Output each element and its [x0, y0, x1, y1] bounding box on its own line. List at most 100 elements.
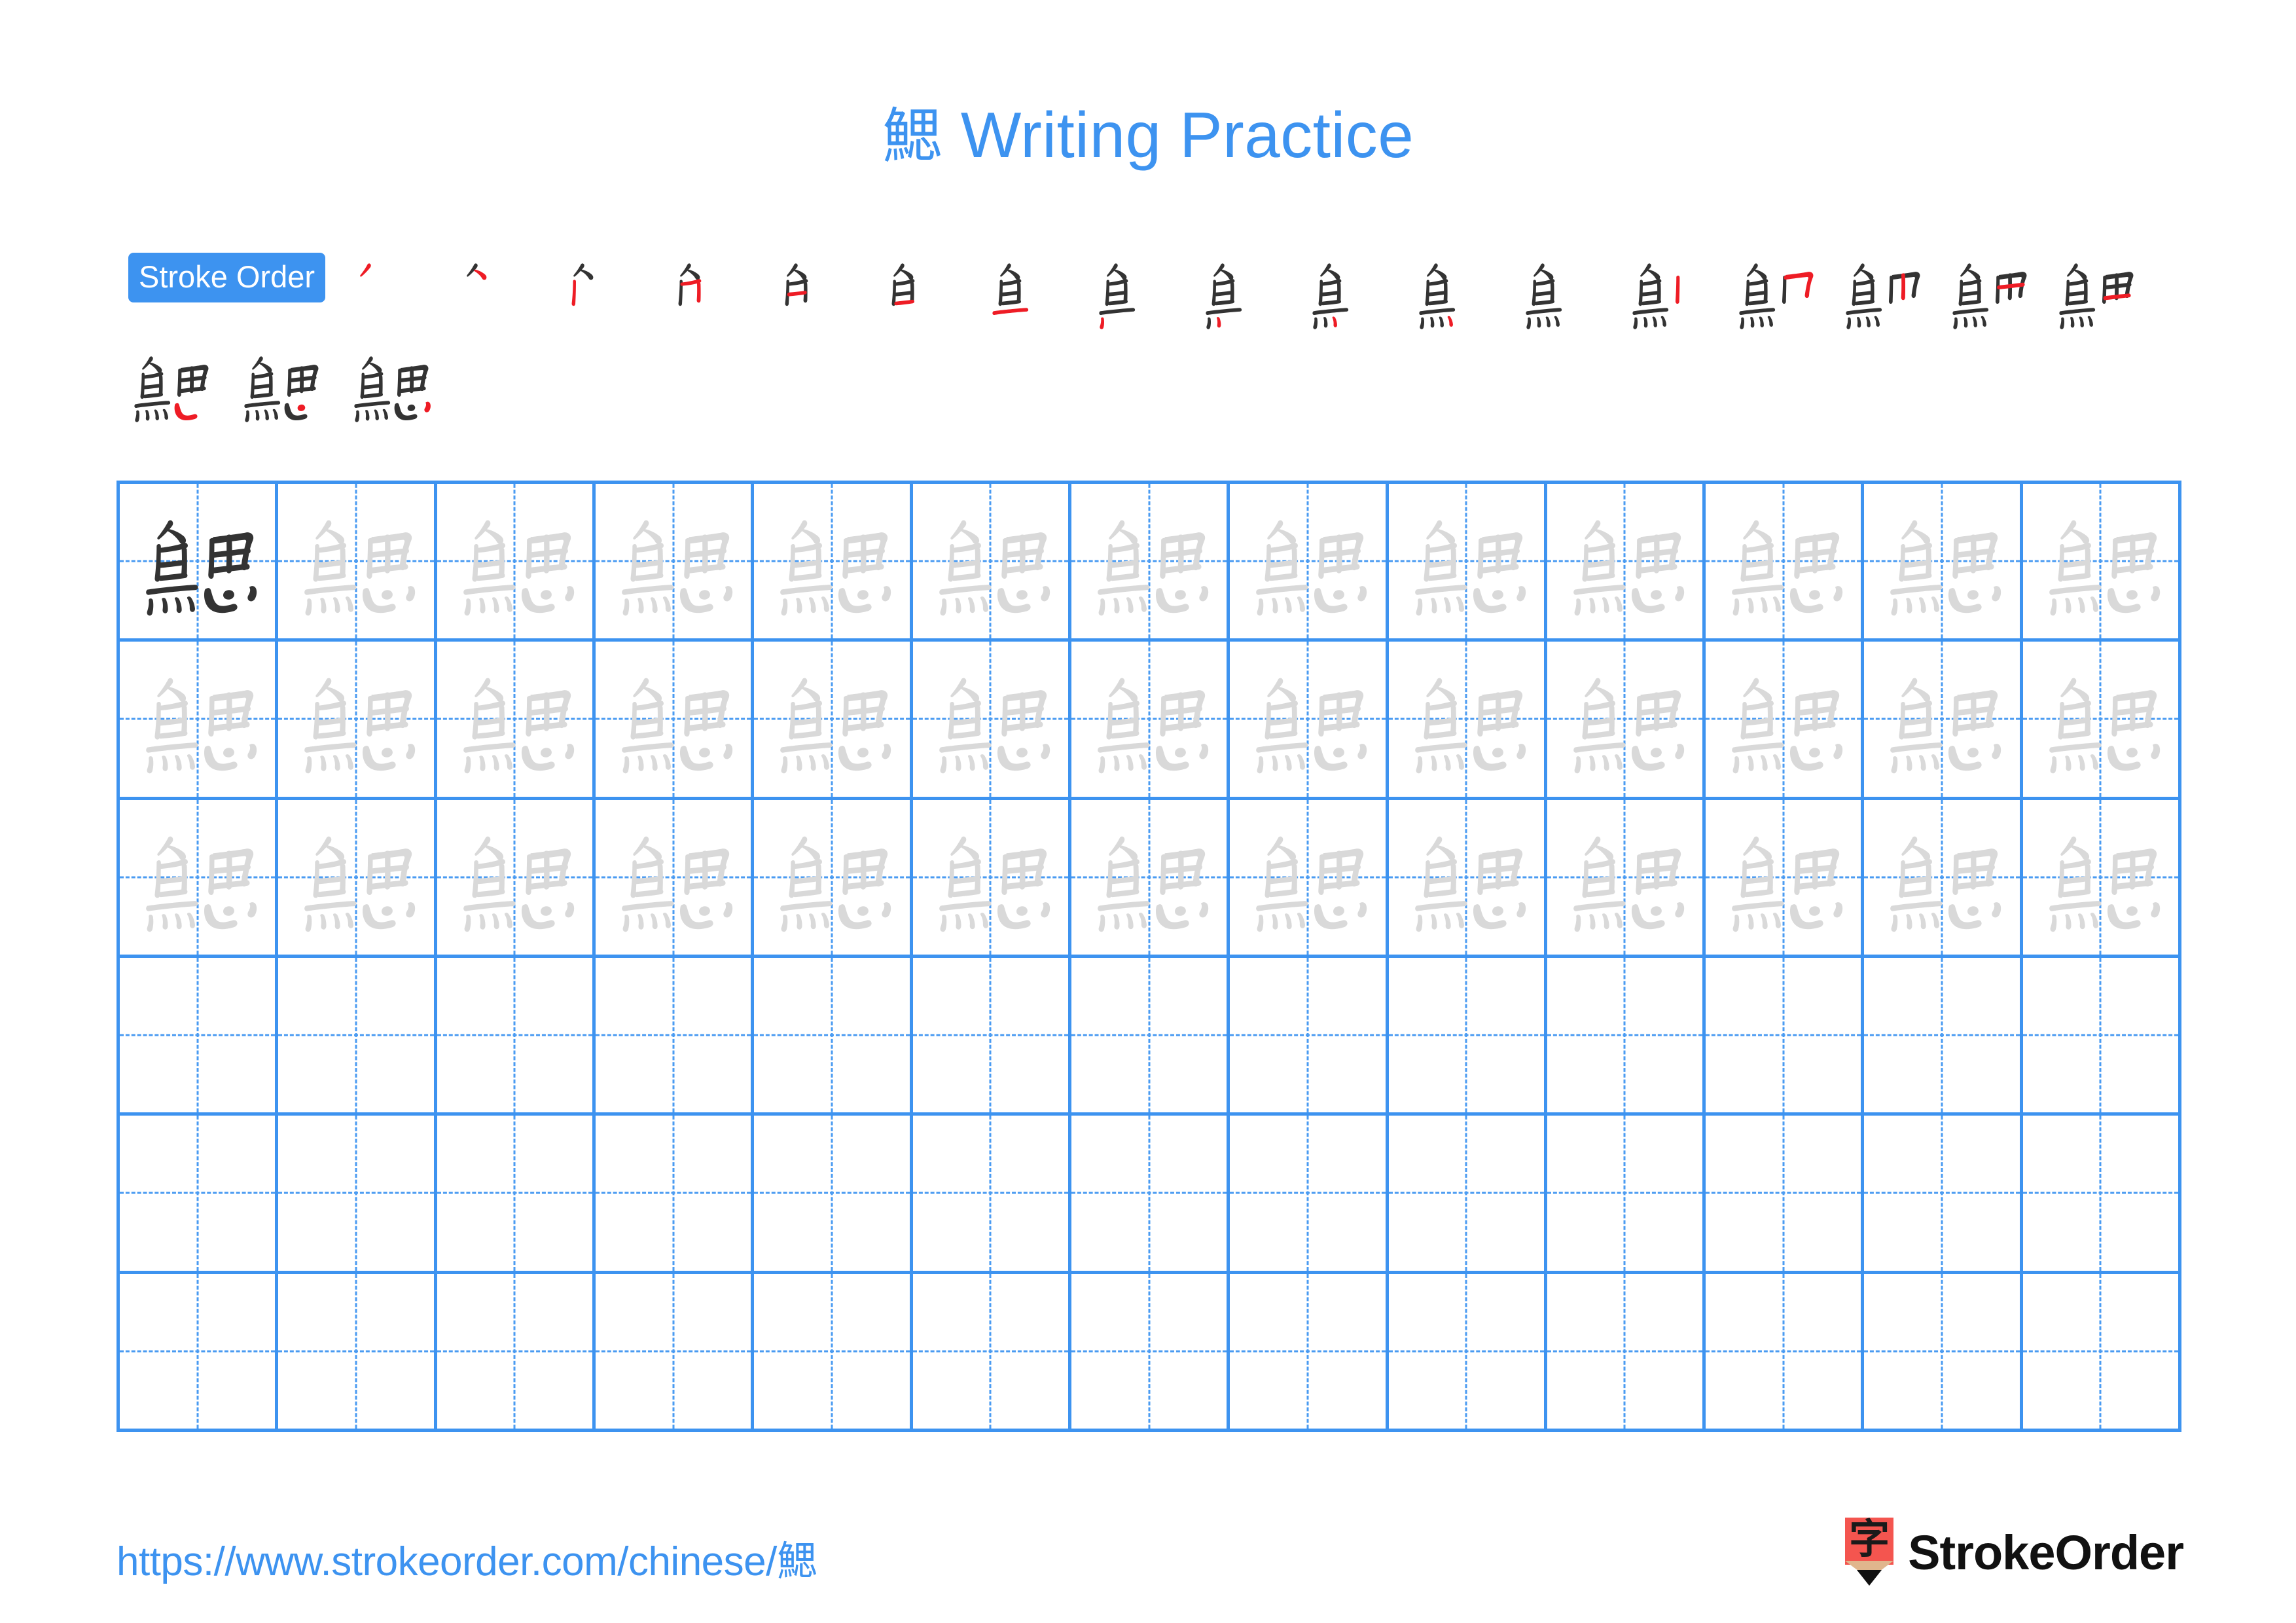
practice-grid-cell[interactable]: [912, 957, 1071, 1116]
cell-horizontal-guide: [1547, 1192, 1703, 1194]
practice-grid-cell[interactable]: [1706, 484, 1865, 642]
cell-character-ghost: [1230, 642, 1385, 796]
practice-grid-cell[interactable]: [1230, 957, 1389, 1116]
practice-grid-cell[interactable]: [1071, 1116, 1230, 1274]
practice-grid-cell[interactable]: [278, 642, 437, 800]
practice-grid-cell[interactable]: [1864, 1116, 2023, 1274]
practice-grid-cell[interactable]: [1547, 642, 1706, 800]
brand-logo[interactable]: 字 StrokeOrder: [1845, 1515, 2184, 1587]
practice-grid-cell[interactable]: [1864, 1273, 2023, 1432]
cell-horizontal-guide: [1547, 1350, 1703, 1353]
cell-character-ghost: [278, 484, 433, 638]
practice-grid-cell[interactable]: [1230, 1273, 1389, 1432]
cell-horizontal-guide: [1706, 1192, 1861, 1194]
practice-grid-cell[interactable]: [1388, 957, 1547, 1116]
cell-horizontal-guide: [278, 1034, 434, 1036]
practice-grid-cell[interactable]: [2022, 1116, 2182, 1274]
practice-grid-cell[interactable]: [1230, 799, 1389, 958]
practice-grid-cell[interactable]: [2022, 642, 2182, 800]
cell-character-ghost: [1389, 484, 1544, 638]
practice-grid-cell[interactable]: [120, 1273, 279, 1432]
practice-grid-cell[interactable]: [120, 957, 279, 1116]
stroke-step-1: [334, 253, 441, 331]
practice-grid-cell[interactable]: [912, 484, 1071, 642]
cell-character-ghost: [596, 484, 751, 638]
practice-grid-cell[interactable]: [1071, 957, 1230, 1116]
practice-grid-cell[interactable]: [1706, 957, 1865, 1116]
footer-url[interactable]: https://www.strokeorder.com/chinese/鰓: [117, 1528, 817, 1587]
practice-grid-cell[interactable]: [1230, 484, 1389, 642]
practice-grid-cell[interactable]: [437, 957, 596, 1116]
practice-grid-cell[interactable]: [1230, 1116, 1389, 1274]
practice-grid-cell[interactable]: [278, 799, 437, 958]
practice-grid-cell[interactable]: [912, 1273, 1071, 1432]
practice-grid-cell[interactable]: [595, 484, 755, 642]
practice-grid-cell[interactable]: [437, 484, 596, 642]
practice-grid-cell[interactable]: [1388, 1273, 1547, 1432]
practice-grid-cell[interactable]: [1071, 484, 1230, 642]
practice-grid-cell[interactable]: [1706, 799, 1865, 958]
practice-grid-cell[interactable]: [1388, 484, 1547, 642]
practice-grid-cell[interactable]: [2022, 957, 2182, 1116]
practice-grid-cell[interactable]: [2022, 484, 2182, 642]
cell-horizontal-guide: [437, 1034, 592, 1036]
practice-grid-cell[interactable]: [1547, 1116, 1706, 1274]
practice-grid-cell[interactable]: [120, 484, 279, 642]
cell-character-ghost: [437, 642, 592, 796]
practice-grid-cell[interactable]: [120, 642, 279, 800]
practice-grid-cell[interactable]: [1071, 1273, 1230, 1432]
practice-grid-cell[interactable]: [595, 957, 755, 1116]
practice-grid-cell[interactable]: [120, 799, 279, 958]
practice-grid-cell[interactable]: [1864, 484, 2023, 642]
practice-grid-cell[interactable]: [2022, 1273, 2182, 1432]
practice-grid-cell[interactable]: [437, 1273, 596, 1432]
practice-grid-cell[interactable]: [2022, 799, 2182, 958]
practice-grid-cell[interactable]: [1388, 1116, 1547, 1274]
practice-grid-cell[interactable]: [278, 957, 437, 1116]
cell-horizontal-guide: [2022, 1350, 2179, 1353]
practice-grid-cell[interactable]: [754, 799, 913, 958]
cell-horizontal-guide: [1071, 1034, 1227, 1036]
practice-grid-cell[interactable]: [1071, 799, 1230, 958]
practice-grid-cell[interactable]: [754, 1116, 913, 1274]
practice-grid-cell[interactable]: [1547, 799, 1706, 958]
practice-grid-cell[interactable]: [1547, 1273, 1706, 1432]
practice-grid-cell[interactable]: [1388, 799, 1547, 958]
cell-character-ghost: [1706, 800, 1861, 955]
practice-grid-cell[interactable]: [1547, 484, 1706, 642]
practice-grid-cell[interactable]: [437, 642, 596, 800]
stroke-order-badge: Stroke Order: [128, 253, 326, 302]
practice-grid-cell[interactable]: [1388, 642, 1547, 800]
practice-grid-cell[interactable]: [120, 1116, 279, 1274]
practice-grid-cell[interactable]: [1706, 1273, 1865, 1432]
practice-grid-cell[interactable]: [595, 1273, 755, 1432]
practice-grid-cell[interactable]: [1706, 1116, 1865, 1274]
stroke-step-10: [1295, 253, 1401, 331]
stroke-step-12: [1508, 253, 1615, 331]
practice-grid-cell[interactable]: [437, 1116, 596, 1274]
practice-grid-cell[interactable]: [1706, 642, 1865, 800]
practice-grid-cell[interactable]: [595, 799, 755, 958]
practice-grid-cell[interactable]: [437, 799, 596, 958]
practice-grid-cell[interactable]: [754, 1273, 913, 1432]
cell-horizontal-guide: [1547, 1034, 1703, 1036]
practice-grid-cell[interactable]: [278, 1273, 437, 1432]
cell-character-ghost: [1864, 800, 2019, 955]
practice-grid-cell[interactable]: [754, 642, 913, 800]
practice-grid-cell[interactable]: [912, 642, 1071, 800]
practice-grid-cell[interactable]: [1864, 957, 2023, 1116]
practice-grid-cell[interactable]: [1864, 642, 2023, 800]
practice-grid-cell[interactable]: [278, 1116, 437, 1274]
practice-grid-cell[interactable]: [1230, 642, 1389, 800]
practice-grid-cell[interactable]: [754, 484, 913, 642]
cell-character-ghost: [754, 484, 909, 638]
practice-grid-cell[interactable]: [278, 484, 437, 642]
practice-grid-cell[interactable]: [1864, 799, 2023, 958]
practice-grid-cell[interactable]: [1071, 642, 1230, 800]
practice-grid-cell[interactable]: [1547, 957, 1706, 1116]
practice-grid-cell[interactable]: [912, 1116, 1071, 1274]
practice-grid-cell[interactable]: [595, 1116, 755, 1274]
practice-grid-cell[interactable]: [595, 642, 755, 800]
practice-grid-cell[interactable]: [754, 957, 913, 1116]
practice-grid-cell[interactable]: [912, 799, 1071, 958]
